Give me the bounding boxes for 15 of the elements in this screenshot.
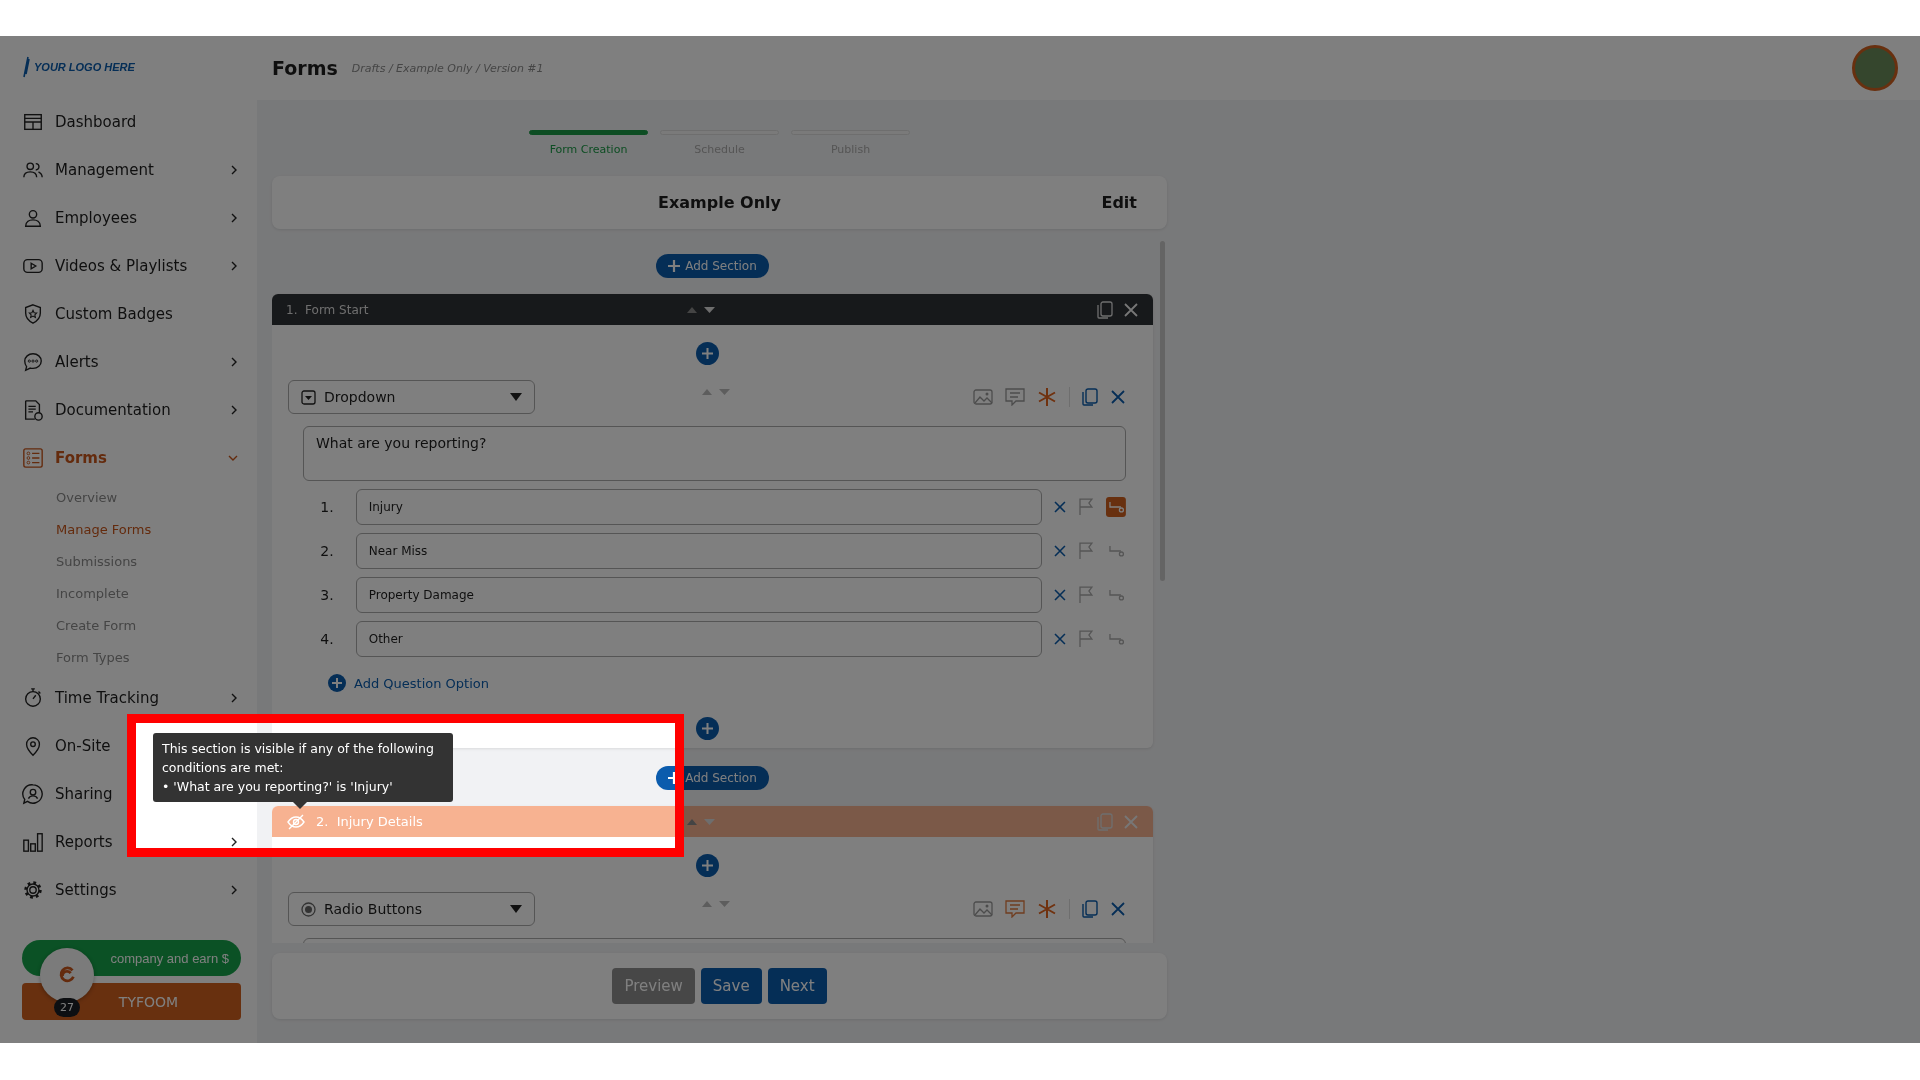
- section-title: 1. Form Start: [286, 302, 370, 317]
- eye-slash-icon[interactable]: [286, 813, 306, 830]
- page-title: Forms: [272, 57, 338, 79]
- section-title: 2. Injury Details: [316, 814, 424, 829]
- add-option-link[interactable]: Add Question Option: [328, 674, 489, 692]
- option-number: 3.: [319, 587, 335, 603]
- option-number: 4.: [319, 631, 335, 647]
- breadcrumb: Drafts / Example Only / Version #1: [351, 61, 545, 75]
- tooltip-text: This section is visible if any of the following conditions are met:: [162, 740, 435, 777]
- edit-link[interactable]: Edit: [1101, 193, 1137, 212]
- logo-text: YOUR LOGO HERE: [34, 61, 135, 73]
- option-number: 1.: [319, 499, 335, 515]
- option-number: 2.: [319, 543, 335, 559]
- tooltip-condition: • 'What are you reporting?' is 'Injury': [162, 778, 394, 796]
- form-title: Example Only: [658, 193, 781, 212]
